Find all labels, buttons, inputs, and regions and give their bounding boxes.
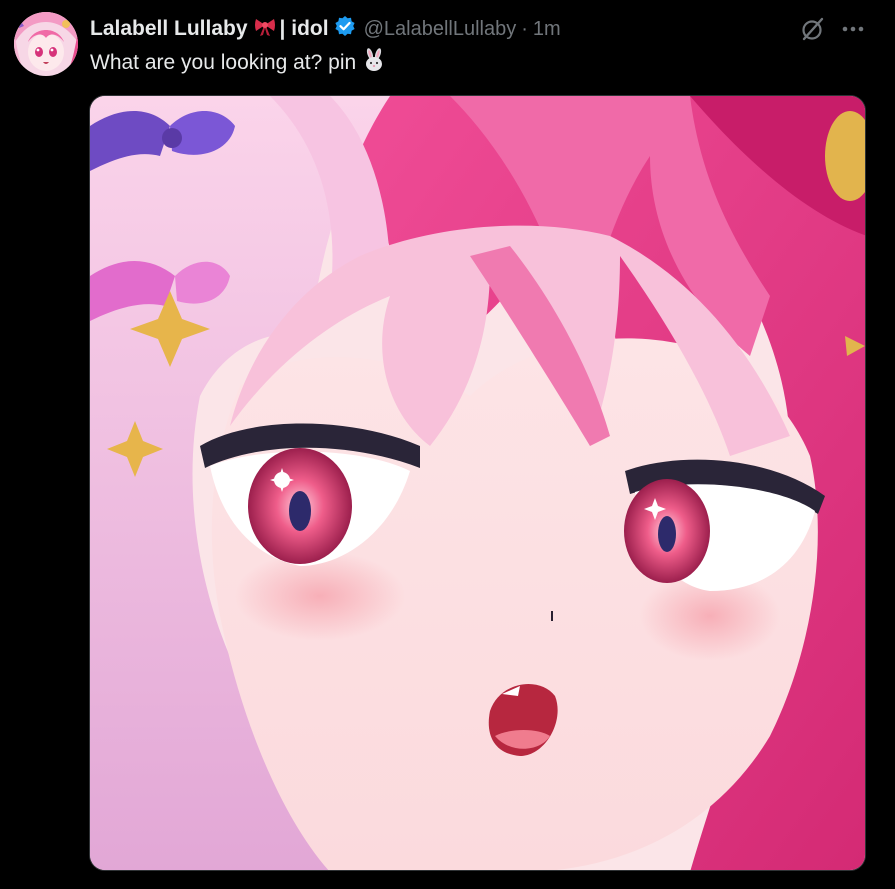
tweet[interactable]: Lalabell Lullaby | idol @LalabellLullaby… — [0, 0, 895, 889]
tweet-text: What are you looking at? pin — [90, 48, 386, 78]
rabbit-emoji-icon — [362, 48, 386, 78]
separator: · — [521, 17, 528, 40]
display-name[interactable]: Lalabell Lullaby | idol — [90, 15, 356, 43]
verified-badge-icon — [334, 15, 356, 43]
grok-icon[interactable] — [800, 16, 826, 42]
tweet-text-content: What are you looking at? pin — [90, 51, 357, 74]
handle[interactable]: @LalabellLullaby — [364, 18, 517, 41]
more-icon[interactable] — [838, 16, 868, 42]
display-name-suffix: | idol — [279, 17, 329, 40]
avatar[interactable] — [14, 12, 78, 76]
tweet-header: Lalabell Lullaby | idol @LalabellLullaby… — [90, 14, 790, 44]
ribbon-emoji-icon — [254, 15, 276, 43]
timestamp[interactable]: 1m — [533, 18, 561, 41]
tweet-media-image[interactable] — [89, 95, 866, 871]
display-name-text: Lalabell Lullaby — [90, 17, 248, 40]
